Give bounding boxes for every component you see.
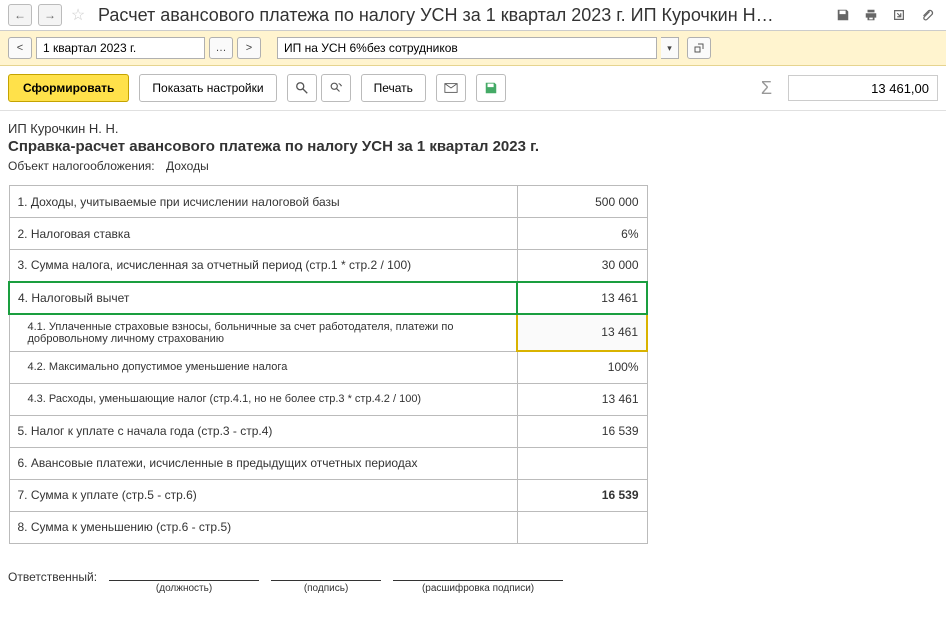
row-7-label: 7. Сумма к уплате (стр.5 - стр.6) bbox=[9, 479, 517, 511]
signature-area: Ответственный: (должность) (подпись) (ра… bbox=[8, 568, 938, 594]
email-icon[interactable] bbox=[436, 74, 466, 102]
row-3: 3. Сумма налога, исчисленная за отчетный… bbox=[9, 250, 647, 282]
row-5: 5. Налог к уплате с начала года (стр.3 -… bbox=[9, 415, 647, 447]
row-4-label: 4. Налоговый вычет bbox=[9, 282, 517, 314]
nav-back-button[interactable]: ← bbox=[8, 4, 32, 26]
row-2: 2. Налоговая ставка 6% bbox=[9, 218, 647, 250]
row-4-value: 13 461 bbox=[517, 282, 647, 314]
row-5-value: 16 539 bbox=[517, 415, 647, 447]
row-4[interactable]: 4. Налоговый вычет 13 461 bbox=[9, 282, 647, 314]
organization-dropdown-button[interactable]: ▾ bbox=[661, 37, 679, 59]
toolbar: Сформировать Показать настройки Печать Σ bbox=[0, 66, 946, 111]
row-3-value: 30 000 bbox=[517, 250, 647, 282]
attach-icon[interactable] bbox=[916, 5, 938, 25]
row-6: 6. Авансовые платежи, исчисленные в пред… bbox=[9, 447, 647, 479]
row-6-value bbox=[517, 447, 647, 479]
row-1-label: 1. Доходы, учитываемые при исчислении на… bbox=[9, 186, 517, 218]
row-4-3-label: 4.3. Расходы, уменьшающие налог (стр.4.1… bbox=[9, 383, 517, 415]
row-2-value: 6% bbox=[517, 218, 647, 250]
row-4-1: 4.1. Уплаченные страховые взносы, больни… bbox=[9, 314, 647, 352]
period-next-button[interactable]: > bbox=[237, 37, 261, 59]
row-3-label: 3. Сумма налога, исчисленная за отчетный… bbox=[9, 250, 517, 282]
row-8-value bbox=[517, 511, 647, 543]
sig-line-position bbox=[109, 580, 259, 581]
report-body: ИП Курочкин Н. Н. Справка-расчет авансов… bbox=[0, 111, 946, 604]
row-8: 8. Сумма к уменьшению (стр.6 - стр.5) bbox=[9, 511, 647, 543]
refresh-icon[interactable] bbox=[321, 74, 351, 102]
row-1-value: 500 000 bbox=[517, 186, 647, 218]
save-icon[interactable] bbox=[832, 5, 854, 25]
row-6-label: 6. Авансовые платежи, исчисленные в пред… bbox=[9, 447, 517, 479]
row-5-label: 5. Налог к уплате с начала года (стр.3 -… bbox=[9, 415, 517, 447]
print-icon[interactable] bbox=[860, 5, 882, 25]
sig-cap-name: (расшифровка подписи) bbox=[393, 583, 563, 594]
report-title: Справка-расчет авансового платежа по нал… bbox=[8, 138, 938, 155]
sig-cap-sign: (подпись) bbox=[271, 583, 381, 594]
row-4-3: 4.3. Расходы, уменьшающие налог (стр.4.1… bbox=[9, 383, 647, 415]
favorite-star-icon[interactable]: ☆ bbox=[68, 5, 88, 25]
save-report-icon[interactable] bbox=[476, 74, 506, 102]
row-4-2-label: 4.2. Максимально допустимое уменьшение н… bbox=[9, 351, 517, 383]
sig-line-sign bbox=[271, 580, 381, 581]
page-title: Расчет авансового платежа по налогу УСН … bbox=[94, 5, 826, 26]
total-field[interactable] bbox=[788, 75, 938, 101]
period-prev-button[interactable]: < bbox=[8, 37, 32, 59]
row-8-label: 8. Сумма к уменьшению (стр.6 - стр.5) bbox=[9, 511, 517, 543]
row-4-3-value: 13 461 bbox=[517, 383, 647, 415]
calc-table: 1. Доходы, учитываемые при исчислении на… bbox=[8, 185, 648, 544]
row-4-1-value[interactable]: 13 461 bbox=[517, 314, 647, 352]
row-4-2-value: 100% bbox=[517, 351, 647, 383]
period-select-button[interactable]: … bbox=[209, 37, 233, 59]
row-7-value: 16 539 bbox=[517, 479, 647, 511]
org-name: ИП Курочкин Н. Н. bbox=[8, 121, 938, 136]
form-button[interactable]: Сформировать bbox=[8, 74, 129, 102]
titlebar: ← → ☆ Расчет авансового платежа по налог… bbox=[0, 0, 946, 31]
sig-line-name bbox=[393, 580, 563, 581]
row-1: 1. Доходы, учитываемые при исчислении на… bbox=[9, 186, 647, 218]
sigma-icon: Σ bbox=[755, 78, 778, 99]
organization-open-button[interactable] bbox=[687, 37, 711, 59]
print-button[interactable]: Печать bbox=[361, 74, 426, 102]
row-4-1-label: 4.1. Уплаченные страховые взносы, больни… bbox=[9, 314, 517, 352]
find-icon[interactable] bbox=[287, 74, 317, 102]
nav-forward-button[interactable]: → bbox=[38, 4, 62, 26]
responsible-label: Ответственный: bbox=[8, 568, 97, 584]
tax-object-value: Доходы bbox=[166, 159, 209, 173]
sig-cap-position: (должность) bbox=[109, 583, 259, 594]
organization-input[interactable] bbox=[277, 37, 657, 59]
row-4-2: 4.2. Максимально допустимое уменьшение н… bbox=[9, 351, 647, 383]
external-icon[interactable] bbox=[888, 5, 910, 25]
period-bar: < … > ▾ bbox=[0, 31, 946, 66]
period-input[interactable] bbox=[36, 37, 205, 59]
tax-object: Объект налогообложения: Доходы bbox=[8, 159, 938, 173]
row-2-label: 2. Налоговая ставка bbox=[9, 218, 517, 250]
row-7: 7. Сумма к уплате (стр.5 - стр.6) 16 539 bbox=[9, 479, 647, 511]
tax-object-label: Объект налогообложения: bbox=[8, 159, 155, 173]
show-settings-button[interactable]: Показать настройки bbox=[139, 74, 276, 102]
